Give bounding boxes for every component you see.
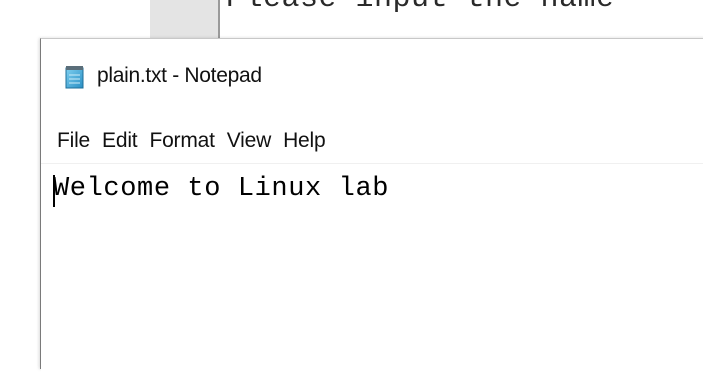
menu-bar: File Edit Format View Help: [41, 125, 335, 157]
background-window-gutter: [150, 0, 218, 40]
text-editor-area[interactable]: Welcome to Linux lab: [41, 164, 703, 374]
menu-file[interactable]: File: [55, 129, 98, 153]
window-title: plain.txt - Notepad: [97, 64, 262, 87]
background-window-text: Please input the name: [226, 0, 615, 16]
menu-format[interactable]: Format: [147, 129, 222, 153]
notepad-icon: [64, 65, 86, 89]
text-caret: [53, 175, 55, 207]
background-window: Please input the name: [0, 0, 703, 40]
editor-content[interactable]: Welcome to Linux lab: [53, 174, 389, 204]
title-bar[interactable]: plain.txt - Notepad: [41, 39, 703, 115]
notepad-window[interactable]: plain.txt - Notepad File Edit Format Vie…: [40, 38, 703, 374]
background-window-divider: [218, 0, 220, 40]
menu-help[interactable]: Help: [281, 129, 333, 153]
menu-edit[interactable]: Edit: [100, 129, 145, 153]
menu-view[interactable]: View: [225, 129, 279, 153]
